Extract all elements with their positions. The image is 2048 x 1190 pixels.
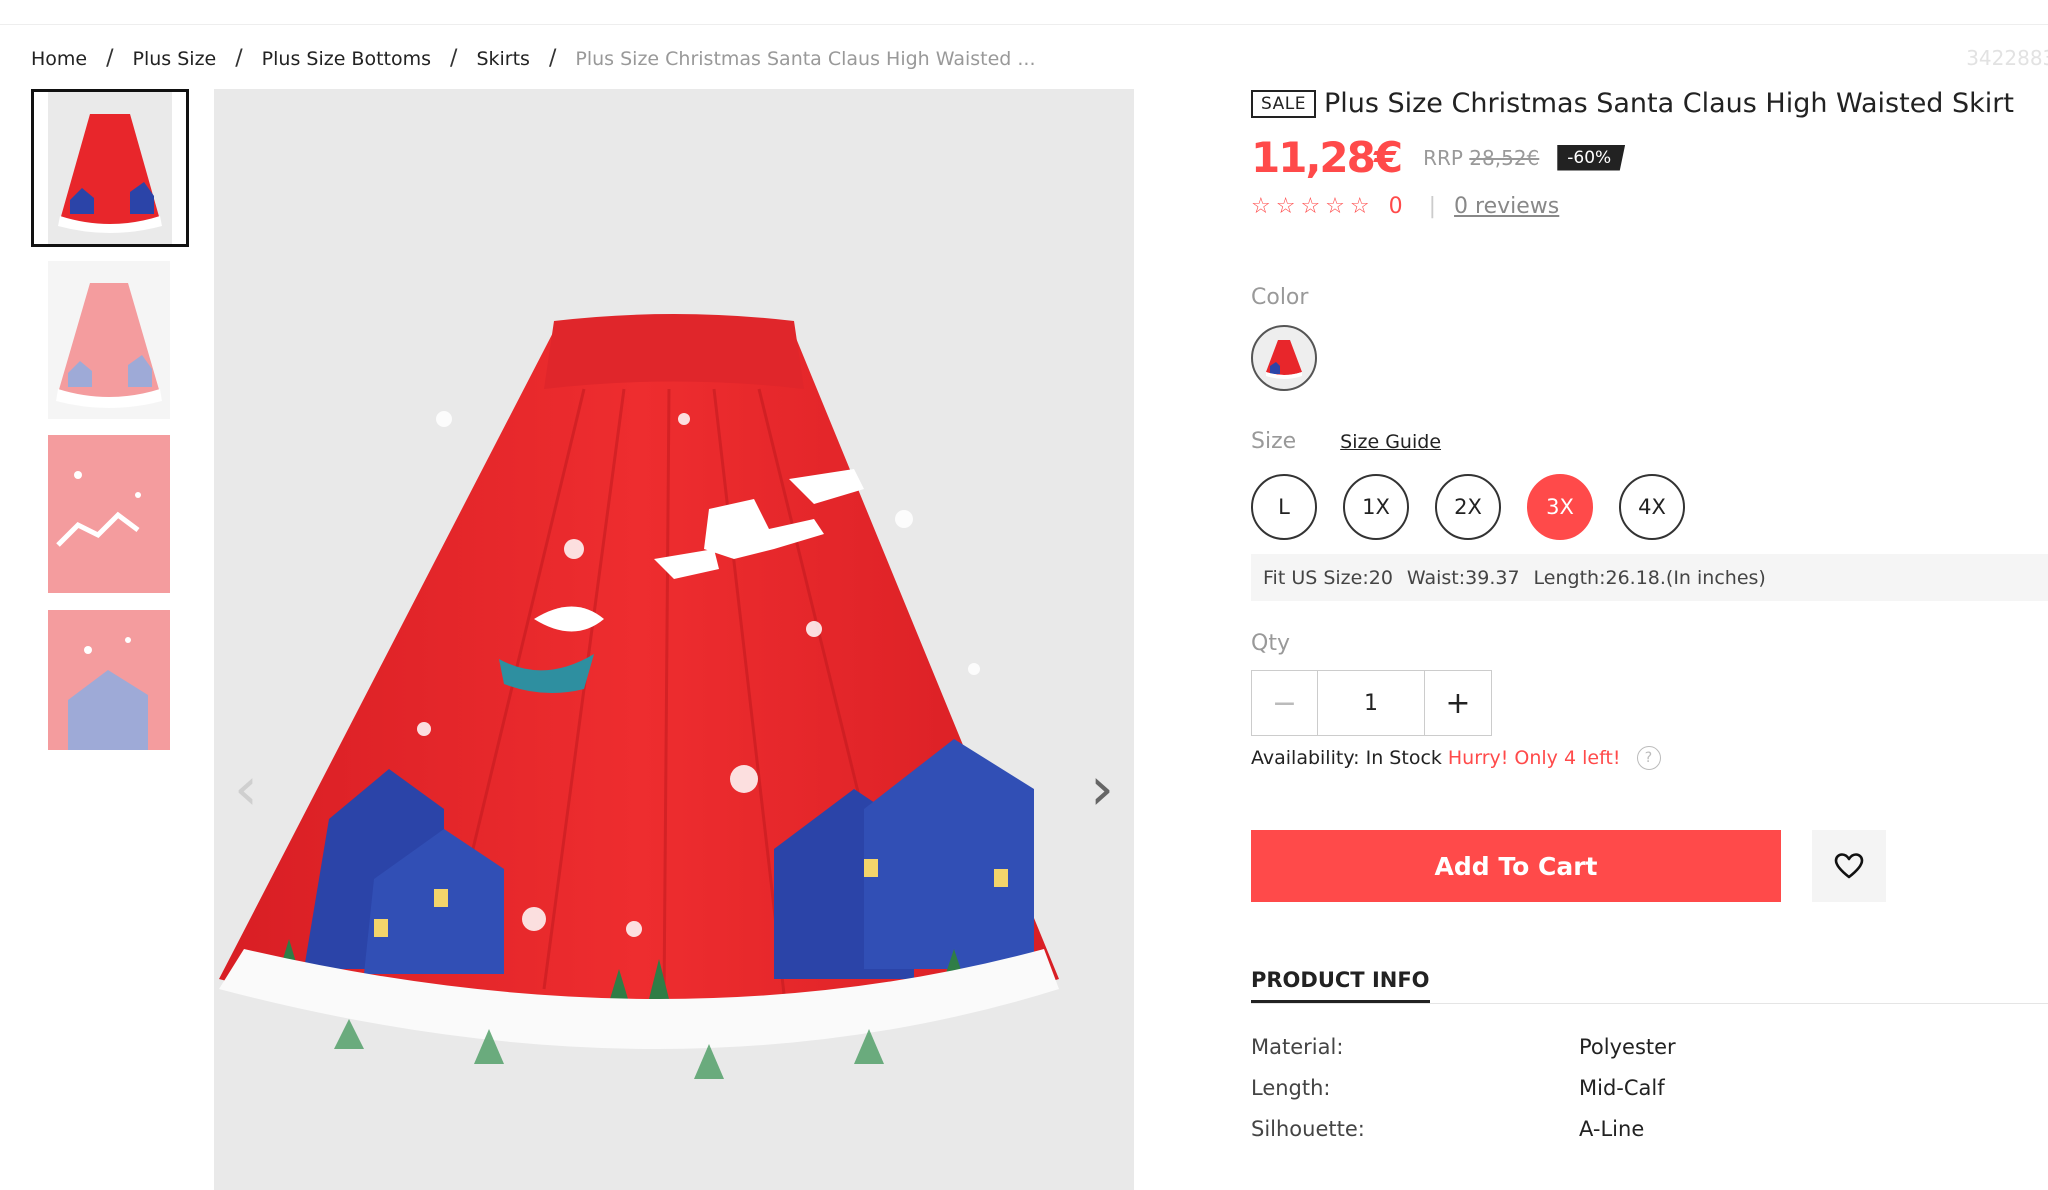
size-option-4x[interactable]: 4X bbox=[1619, 474, 1685, 540]
stock-warning: Hurry! Only 4 left! bbox=[1447, 747, 1621, 769]
thumbnail-detail-reindeer[interactable] bbox=[31, 435, 189, 593]
breadcrumb-current: Plus Size Christmas Santa Claus High Wai… bbox=[575, 47, 1036, 70]
size-options: L 1X 2X 3X 4X bbox=[1251, 474, 2048, 540]
spec-value: A-Line bbox=[1579, 1116, 1645, 1141]
breadcrumb-separator: / bbox=[450, 46, 458, 71]
breadcrumb-separator: / bbox=[548, 46, 557, 71]
skirt-illustration bbox=[219, 314, 1059, 1079]
rating-divider: | bbox=[1428, 194, 1437, 219]
title-row: SALE Plus Size Christmas Santa Claus Hig… bbox=[1251, 88, 2048, 119]
fit-waist: Waist:39.37 bbox=[1406, 566, 1520, 589]
availability: Availability: In Stock Hurry! Only 4 lef… bbox=[1251, 746, 2048, 770]
product-info-panel: SALE Plus Size Christmas Santa Claus Hig… bbox=[1251, 88, 2048, 1149]
qty-input[interactable]: 1 bbox=[1318, 670, 1425, 736]
quantity-stepper: − 1 + bbox=[1251, 670, 2048, 736]
current-price: 11,28€ bbox=[1251, 133, 1403, 182]
size-option-l[interactable]: L bbox=[1251, 474, 1317, 540]
discount-badge: -60% bbox=[1557, 144, 1626, 171]
star-rating-icon: ☆☆☆☆☆ bbox=[1251, 194, 1375, 219]
skirt-detail-image bbox=[48, 610, 170, 768]
header-divider bbox=[0, 24, 2048, 25]
breadcrumb-separator: / bbox=[235, 46, 243, 71]
color-label: Color bbox=[1251, 285, 1309, 310]
fit-us-size: Fit US Size:20 bbox=[1263, 566, 1393, 589]
breadcrumb-plus-size-bottoms[interactable]: Plus Size Bottoms bbox=[262, 48, 431, 70]
qty-increase-button[interactable]: + bbox=[1425, 670, 1492, 736]
skirt-detail-image bbox=[48, 435, 170, 593]
heart-icon bbox=[1834, 853, 1864, 879]
sku-number: 34228830 bbox=[1966, 46, 2048, 70]
help-icon[interactable]: ? bbox=[1636, 746, 1661, 770]
spec-key: Length: bbox=[1251, 1075, 1331, 1100]
rating-row: ☆☆☆☆☆ 0 | 0 reviews bbox=[1251, 194, 2048, 219]
qty-decrease-button[interactable]: − bbox=[1251, 670, 1318, 736]
color-swatch-image bbox=[1266, 340, 1302, 379]
cart-actions: Add To Cart bbox=[1251, 830, 2048, 902]
add-to-cart-button[interactable]: Add To Cart bbox=[1251, 830, 1781, 902]
price-row: 11,28€ RRP 28,52€ -60% bbox=[1251, 133, 2048, 182]
size-option-1x[interactable]: 1X bbox=[1343, 474, 1409, 540]
thumbnail-front[interactable] bbox=[31, 89, 189, 247]
color-swatch[interactable] bbox=[1251, 325, 1317, 391]
fit-info: Fit US Size:20 Waist:39.37 Length:26.18.… bbox=[1251, 554, 2048, 601]
breadcrumb-separator: / bbox=[106, 46, 114, 71]
sale-badge: SALE bbox=[1251, 89, 1316, 118]
rrp-price: RRP 28,52€ bbox=[1423, 146, 1539, 170]
breadcrumb: Home / Plus Size / Plus Size Bottoms / S… bbox=[31, 46, 1036, 71]
rrp-label: RRP bbox=[1423, 145, 1463, 170]
spec-list: Material: Polyester Length: Mid-Calf Sil… bbox=[1251, 1026, 2048, 1149]
thumbnail-front-faded[interactable] bbox=[31, 261, 189, 419]
gallery-prev-button[interactable]: ‹ bbox=[234, 759, 258, 819]
size-label: Size bbox=[1251, 429, 1297, 454]
spec-key: Material: bbox=[1251, 1034, 1344, 1059]
size-label-row: Size Size Guide bbox=[1251, 429, 2048, 454]
product-title: Plus Size Christmas Santa Claus High Wai… bbox=[1323, 88, 2014, 119]
skirt-thumbnail-image bbox=[48, 92, 172, 244]
wishlist-button[interactable] bbox=[1812, 830, 1886, 902]
spec-row: Length: Mid-Calf bbox=[1251, 1067, 2048, 1108]
spec-row: Silhouette: A-Line bbox=[1251, 1108, 2048, 1149]
rating-count: 0 bbox=[1388, 194, 1403, 219]
fit-length: Length:26.18.(In inches) bbox=[1533, 566, 1766, 589]
reviews-link[interactable]: 0 reviews bbox=[1454, 194, 1559, 219]
spec-key: Silhouette: bbox=[1251, 1116, 1365, 1141]
spec-value: Mid-Calf bbox=[1579, 1075, 1665, 1100]
product-info-tabs: PRODUCT INFO bbox=[1251, 968, 2048, 1004]
breadcrumb-skirts[interactable]: Skirts bbox=[476, 48, 530, 70]
breadcrumb-home[interactable]: Home bbox=[31, 48, 87, 70]
spec-row: Material: Polyester bbox=[1251, 1026, 2048, 1067]
gallery-next-button[interactable]: › bbox=[1090, 759, 1114, 819]
size-option-2x[interactable]: 2X bbox=[1435, 474, 1501, 540]
skirt-thumbnail-image bbox=[48, 261, 170, 419]
breadcrumb-plus-size[interactable]: Plus Size bbox=[133, 48, 217, 70]
availability-status: Availability: In Stock bbox=[1251, 747, 1442, 769]
qty-label: Qty bbox=[1251, 631, 1290, 656]
thumbnail-detail-house[interactable] bbox=[31, 610, 189, 768]
rrp-old-price: 28,52€ bbox=[1469, 145, 1540, 170]
tab-product-info[interactable]: PRODUCT INFO bbox=[1251, 968, 1430, 1003]
size-option-3x[interactable]: 3X bbox=[1527, 474, 1593, 540]
size-guide-link[interactable]: Size Guide bbox=[1340, 431, 1441, 453]
main-product-image[interactable]: ‹ › bbox=[214, 89, 1134, 1190]
spec-value: Polyester bbox=[1579, 1034, 1676, 1059]
